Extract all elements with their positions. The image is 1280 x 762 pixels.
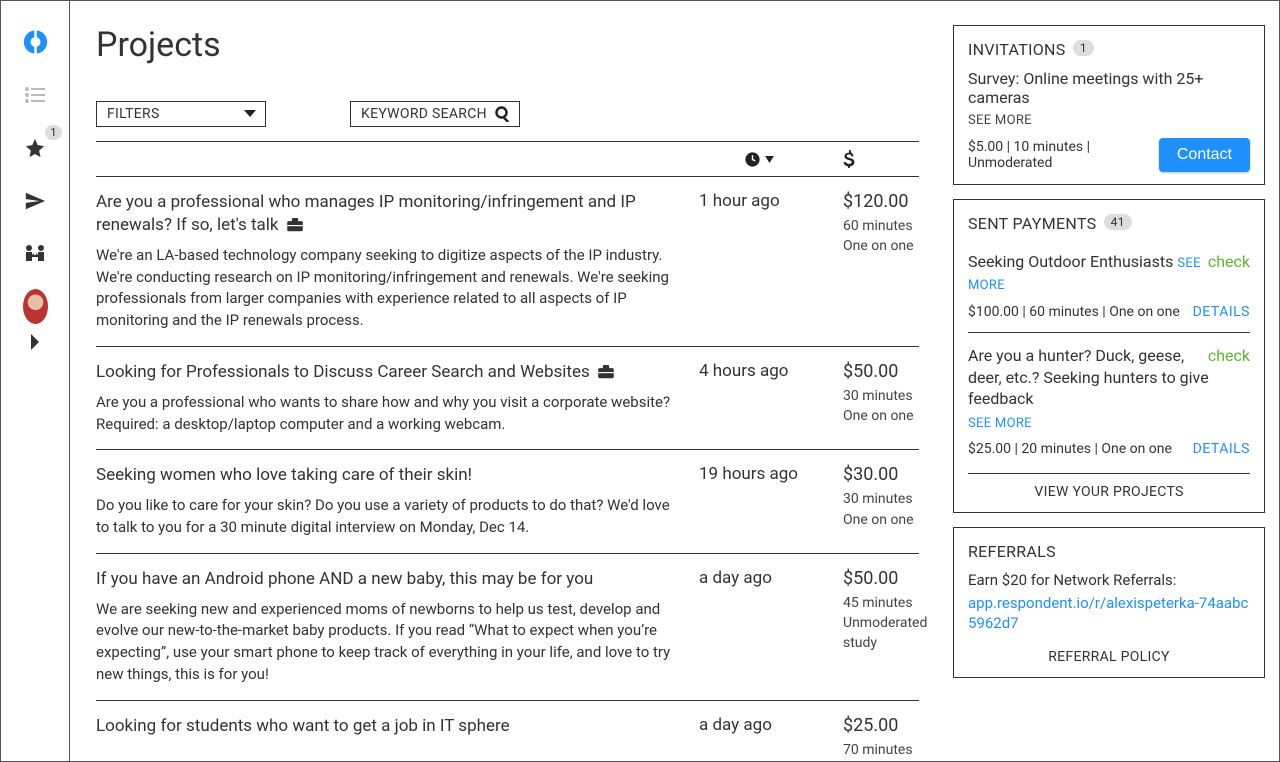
referrals-text: Earn $20 for Network Referrals: [968,571,1250,589]
expand-icon[interactable] [23,329,48,354]
invitations-panel: INVITATIONS 1 Survey: Online meetings wi… [953,25,1265,185]
referrals-heading: REFERRALS [968,542,1250,561]
check-icon: check [1208,345,1250,367]
dollar-icon [843,150,855,168]
project-time: 19 hours ago [699,464,819,484]
chevron-down-icon [243,109,257,119]
project-time: 1 hour ago [699,191,819,211]
sent-payments-panel: SENT PAYMENTS 41 checkSeeking Outdoor En… [953,199,1265,513]
people-icon[interactable] [23,241,48,266]
project-desc: We are seeking new and experienced moms … [96,599,679,686]
send-icon[interactable] [23,188,48,213]
page-title: Projects [96,25,919,65]
project-pay: $30.00 [843,464,919,485]
project-desc: We're an LA-based technology company see… [96,245,679,332]
project-title: Looking for Professionals to Discuss Car… [96,361,679,384]
project-time: a day ago [699,715,819,735]
search-label: KEYWORD SEARCH [361,106,487,122]
sent-seemore[interactable]: SEE MORE [968,256,1201,293]
sort-time[interactable] [699,151,819,168]
table-header [96,141,919,177]
referral-policy[interactable]: REFERRAL POLICY [968,649,1250,665]
invitation-title: Survey: Online meetings with 25+ cameras [968,69,1250,107]
project-desc: Are you a professional who wants to shar… [96,392,679,436]
project-row[interactable]: Looking for Professionals to Discuss Car… [96,347,919,450]
filters-dropdown[interactable]: FILTERS [96,101,266,127]
project-meta: 60 minutesOne on one [843,216,919,257]
project-meta: 30 minutesOne on one [843,489,919,530]
project-title: Looking for students who want to get a j… [96,715,679,738]
project-meta: 70 minutes [843,740,919,760]
sent-title: checkAre you a hunter? Duck, geese, deer… [968,345,1250,410]
project-meta: 30 minutesOne on one [843,386,919,427]
sidebar: 1 [1,1,70,761]
project-title: Are you a professional who manages IP mo… [96,191,679,237]
project-row[interactable]: If you have an Android phone AND a new b… [96,554,919,701]
project-time: a day ago [699,568,819,588]
project-pay: $50.00 [843,361,919,382]
sent-item: checkSeeking Outdoor Enthusiasts SEE MOR… [968,243,1250,332]
project-title: If you have an Android phone AND a new b… [96,568,679,591]
logo-icon[interactable] [23,29,48,54]
contact-button[interactable]: Contact [1159,138,1250,172]
invitations-badge: 1 [1073,40,1094,56]
project-meta: 45 minutesUnmoderated study [843,593,919,654]
details-link[interactable]: DETAILS [1193,441,1250,457]
caret-down-icon [765,156,774,163]
project-row[interactable]: Looking for students who want to get a j… [96,701,919,761]
details-link[interactable]: DETAILS [1193,304,1250,320]
sent-item: checkAre you a hunter? Duck, geese, deer… [968,332,1250,469]
project-row[interactable]: Are you a professional who manages IP mo… [96,177,919,347]
project-desc: Do you like to care for your skin? Do yo… [96,495,679,539]
referral-link[interactable]: app.respondent.io/r/alexispeterka-74aabc… [968,594,1248,632]
referrals-panel: REFERRALS Earn $20 for Network Referrals… [953,527,1265,679]
project-time: 4 hours ago [699,361,819,381]
star-icon[interactable]: 1 [23,135,48,160]
check-icon: check [1208,251,1250,273]
sent-meta: $100.00 | 60 minutes | One on one [968,304,1180,320]
sort-pay[interactable] [819,150,919,168]
star-badge: 1 [45,125,61,140]
project-pay: $25.00 [843,715,919,736]
sent-seemore[interactable]: SEE MORE [968,416,1250,431]
project-pay: $50.00 [843,568,919,589]
sent-title: checkSeeking Outdoor Enthusiasts SEE MOR… [968,251,1250,294]
sent-meta: $25.00 | 20 minutes | One on one [968,441,1172,457]
project-title: Seeking women who love taking care of th… [96,464,679,487]
sent-heading: SENT PAYMENTS 41 [968,214,1250,233]
project-row[interactable]: Seeking women who love taking care of th… [96,450,919,553]
clock-icon [744,151,761,168]
list-icon[interactable] [23,82,48,107]
sent-badge: 41 [1104,214,1132,230]
invitations-heading: INVITATIONS 1 [968,40,1250,59]
view-your-projects[interactable]: VIEW YOUR PROJECTS [968,473,1250,500]
project-pay: $120.00 [843,191,919,212]
keyword-search[interactable]: KEYWORD SEARCH [350,101,520,127]
avatar[interactable] [23,294,48,319]
search-icon [495,106,511,122]
filters-label: FILTERS [107,106,160,122]
invitation-meta: $5.00 | 10 minutes | Unmoderated [968,139,1159,171]
invitation-seemore[interactable]: SEE MORE [968,113,1250,128]
